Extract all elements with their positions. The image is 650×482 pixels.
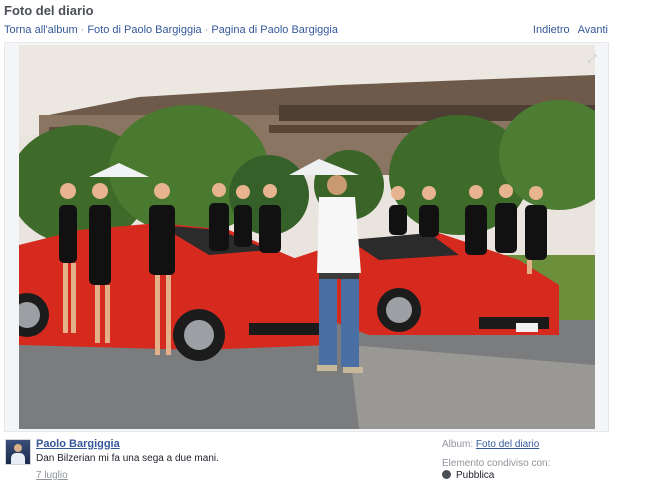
album-label: Album: [442, 439, 474, 450]
photo-caption: Dan Bilzerian mi fa una sega a due mani. [36, 453, 219, 464]
author-link[interactable]: Paolo Bargiggia [36, 438, 120, 450]
avatar[interactable] [5, 439, 31, 465]
photo-image [19, 45, 595, 429]
post-footer: Paolo Bargiggia Dan Bilzerian mi fa una … [0, 436, 650, 482]
breadcrumb-photos-of-author[interactable]: Foto di Paolo Bargiggia [87, 24, 201, 36]
album-info: Album: Foto del diario [442, 439, 539, 450]
album-link[interactable]: Foto del diario [476, 439, 539, 450]
photo[interactable] [19, 45, 595, 429]
post-date[interactable]: 7 luglio [36, 470, 68, 481]
breadcrumb: Torna all'album · Foto di Paolo Bargiggia ·… [4, 24, 338, 36]
previous-photo-link[interactable]: Indietro [533, 24, 570, 36]
photo-pager: Indietro Avanti [533, 24, 608, 36]
privacy-label: Pubblica [456, 470, 495, 481]
breadcrumb-back-to-album[interactable]: Torna all'album [4, 24, 78, 36]
page-title: Foto del diario [4, 3, 94, 18]
breadcrumb-separator: · [204, 24, 209, 36]
expand-icon[interactable]: ⤢ [586, 53, 598, 65]
shared-with-label: Elemento condiviso con: [442, 458, 551, 469]
privacy-setting[interactable]: Pubblica [442, 470, 494, 481]
globe-icon [442, 470, 451, 479]
breadcrumb-author-page[interactable]: Pagina di Paolo Bargiggia [211, 24, 338, 36]
next-photo-link[interactable]: Avanti [578, 24, 608, 36]
breadcrumb-separator: · [80, 24, 85, 36]
photo-stage: ⤢ [4, 42, 609, 432]
